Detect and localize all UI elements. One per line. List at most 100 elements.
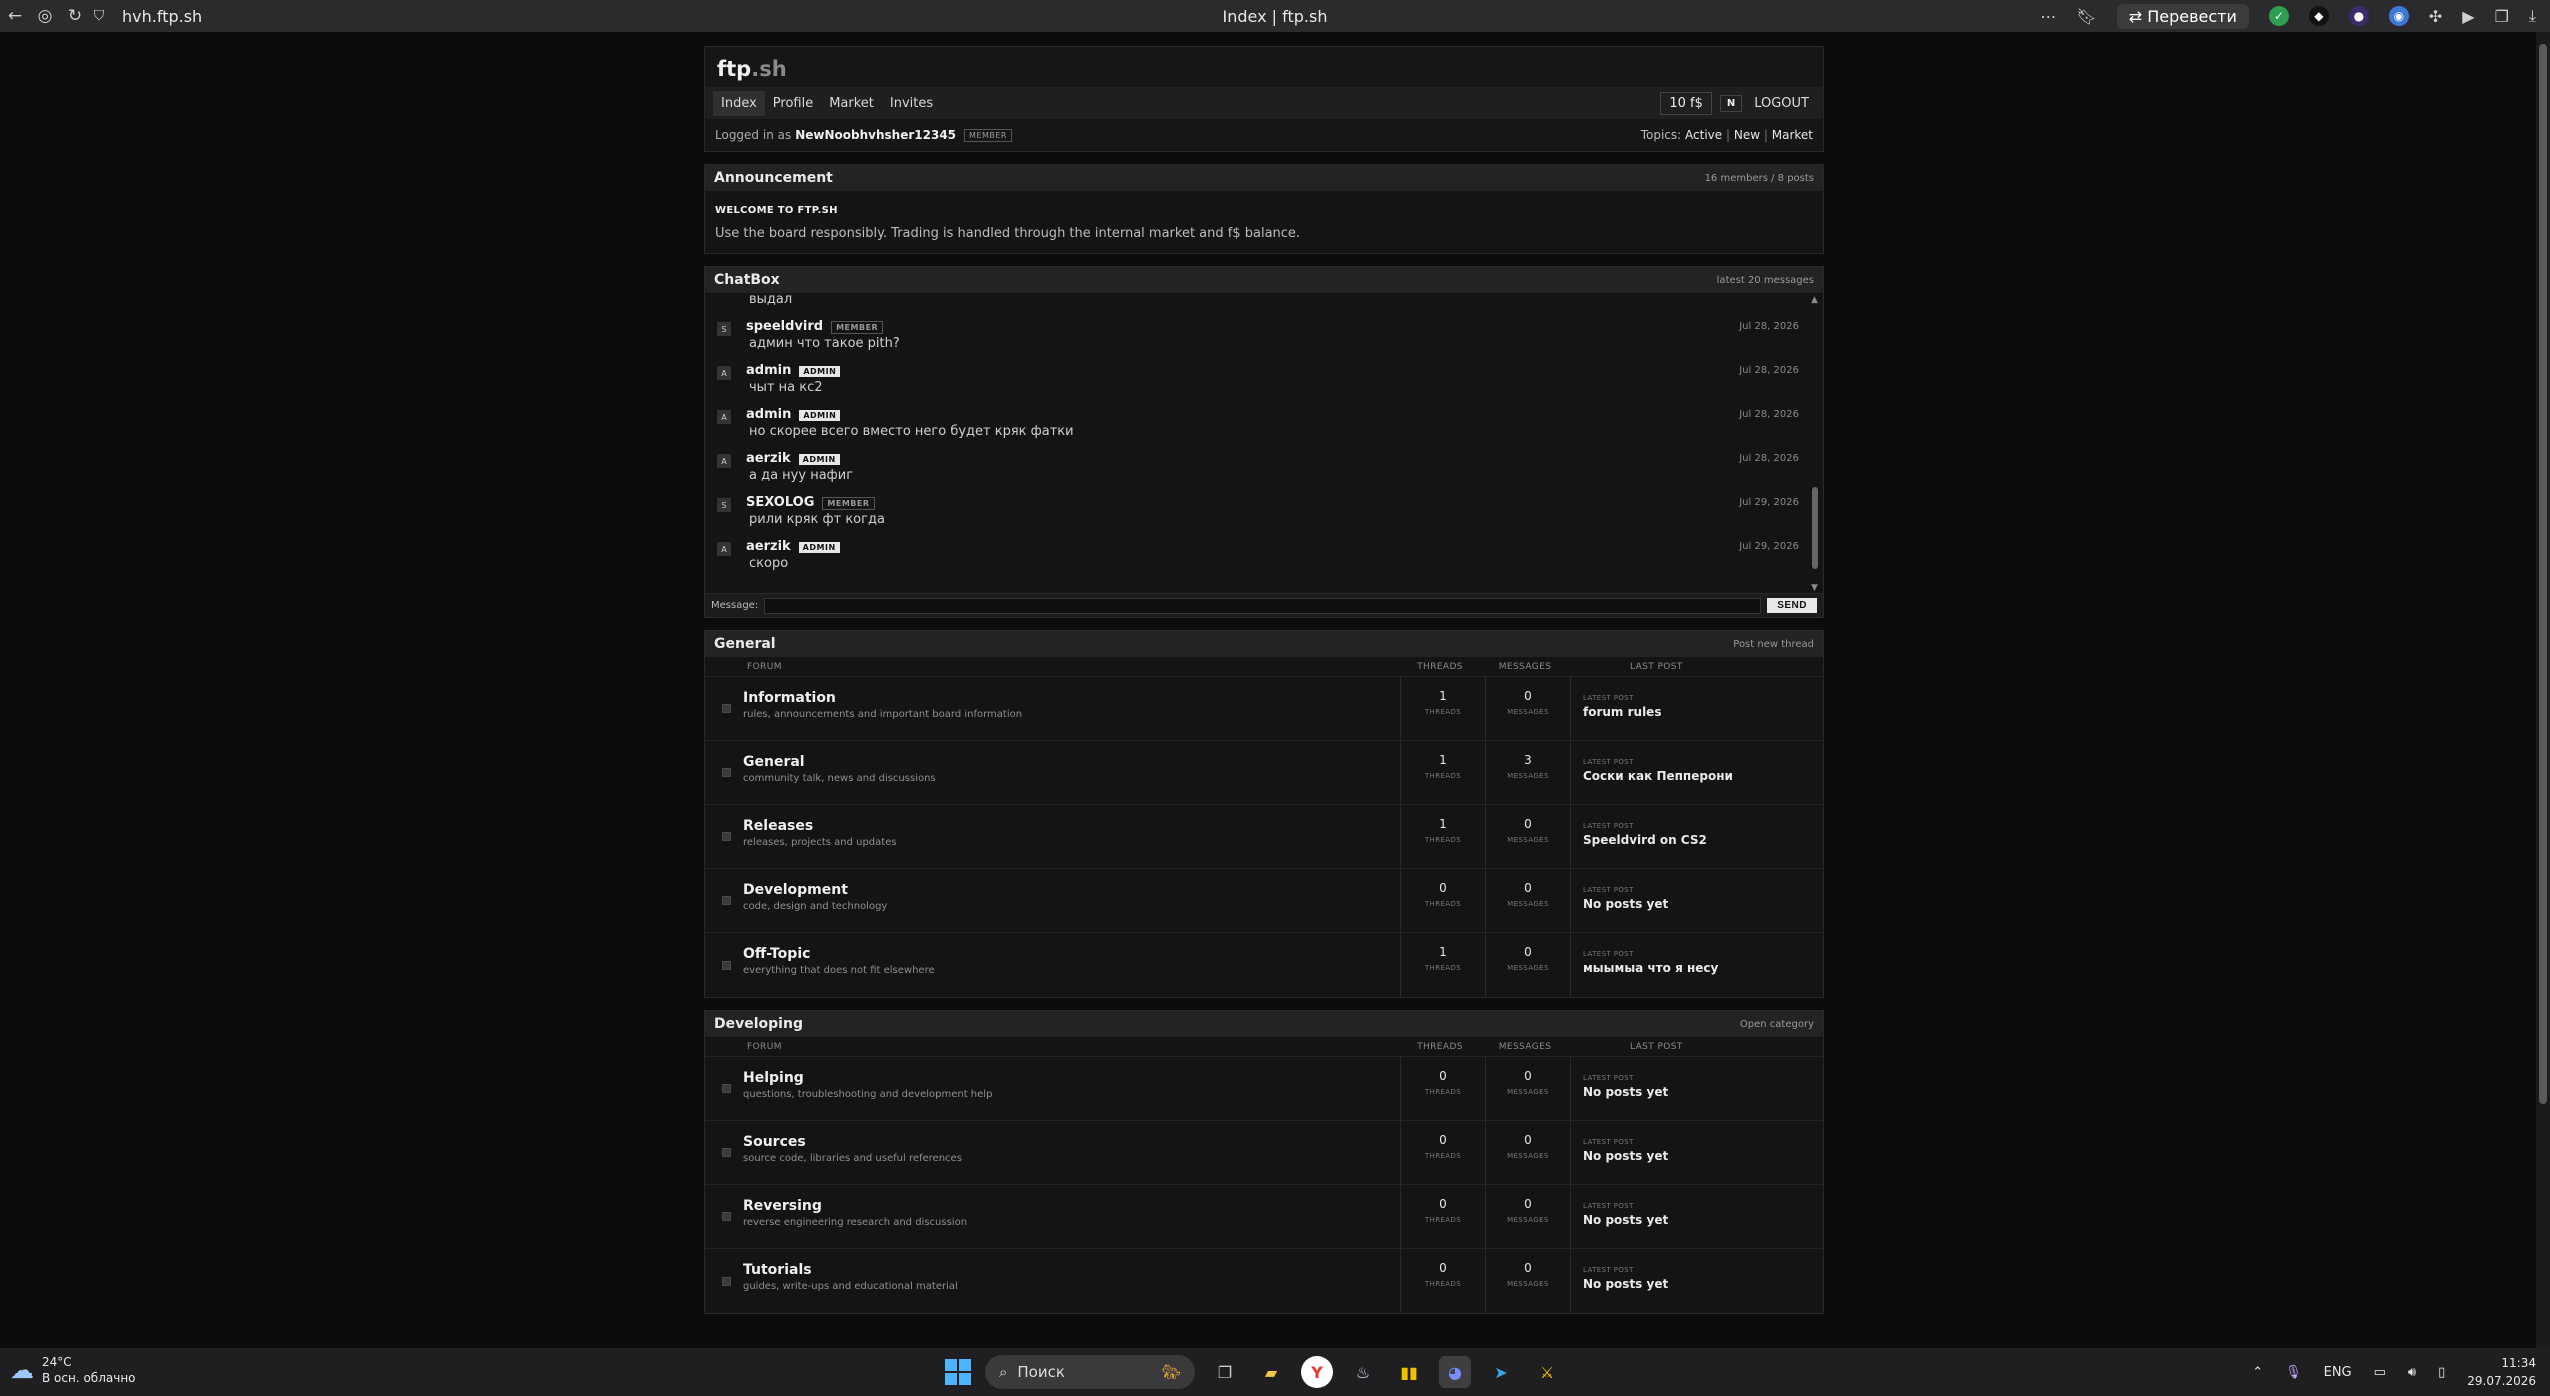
forum-name[interactable]: Information [743,690,1400,706]
logout-button[interactable]: LOGOUT [1754,96,1809,111]
forum-name[interactable]: Development [743,882,1400,898]
avatar[interactable]: S [717,498,731,512]
media-icon[interactable]: ▶ [2462,7,2474,26]
forum-name[interactable]: Reversing [743,1198,1400,1214]
site-logo[interactable]: ftp.sh [705,47,1823,87]
message-input[interactable] [764,597,1762,614]
forum-name[interactable]: Releases [743,818,1400,834]
latest-post-link[interactable]: forum rules [1583,705,1823,719]
nav-market[interactable]: Market [821,91,882,116]
latest-post-link[interactable]: No posts yet [1583,1085,1823,1099]
yandex-browser-icon[interactable]: Y [1301,1356,1333,1388]
nav-invites[interactable]: Invites [882,91,941,116]
back-icon[interactable]: ← [0,6,30,26]
weather-widget[interactable]: ☁ 24°C В осн. облачно [10,1354,136,1386]
forum-name[interactable]: Sources [743,1134,1400,1150]
microphone-icon[interactable]: 🎙︎ [2285,1365,2302,1380]
start-icon[interactable] [945,1359,971,1385]
forum-row[interactable]: General community talk, news and discussi… [705,741,1823,805]
forum-row[interactable]: Releases releases, projects and updates 1 T… [705,805,1823,869]
tray-chevron-icon[interactable]: ⌃ [2252,1365,2263,1380]
latest-post-link[interactable]: Speeldvird on CS2 [1583,833,1823,847]
forum-row[interactable]: Sources source code, libraries and useful… [705,1121,1823,1185]
clock[interactable]: 11:34 29.07.2026 [2467,1354,2536,1390]
shield-icon[interactable]: ⛉ [90,8,108,24]
latest-post-link[interactable]: мыымыа что я несу [1583,961,1823,975]
chat-author[interactable]: aerzik [746,451,791,466]
latest-post-link[interactable]: Соски как Пепперони [1583,769,1823,783]
avatar[interactable]: A [717,542,731,556]
volume-icon[interactable]: 🔊︎ [2408,1365,2416,1380]
nav-index[interactable]: Index [713,90,765,116]
latest-post-link[interactable]: No posts yet [1583,1277,1823,1291]
category-action[interactable]: Open category [1740,1019,1814,1030]
notifications-badge[interactable]: N [1719,94,1743,112]
category-action[interactable]: Post new thread [1733,639,1814,650]
topic-new[interactable]: New [1734,128,1760,142]
battery-icon[interactable]: ▯ [2438,1365,2445,1380]
language-indicator[interactable]: ENG [2324,1365,2352,1380]
forum-row[interactable]: Development code, design and technology 0 T… [705,869,1823,933]
forum-row[interactable]: Tutorials guides, write-ups and education… [705,1249,1823,1313]
forum-row[interactable]: Reversing reverse engineering research an… [705,1185,1823,1249]
forum-name[interactable]: Tutorials [743,1262,1400,1278]
download-icon[interactable]: ⤓ [2529,6,2536,26]
username[interactable]: NewNoobhvhsher12345 [795,128,956,142]
send-button[interactable]: SEND [1767,598,1817,613]
avatar[interactable]: A [717,454,731,468]
collections-icon[interactable]: ❐ [2495,7,2509,26]
explorer-icon[interactable]: ▰ [1255,1356,1287,1388]
network-icon[interactable]: ▭ [2374,1365,2386,1380]
scroll-up-icon[interactable]: ▲ [1811,295,1818,305]
shield-extension-icon[interactable]: ✓ [2268,6,2289,26]
discord-icon[interactable]: ◕ [1439,1356,1471,1388]
task-view-icon[interactable]: ❐ [1209,1356,1241,1388]
nav-profile[interactable]: Profile [765,91,821,116]
announcement-panel: Announcement 16 members / 8 posts WELCOM… [704,164,1824,254]
page-scroll-thumb[interactable] [2539,44,2547,1104]
category-title[interactable]: Developing [714,1016,1740,1032]
chat-author[interactable]: admin [746,407,791,422]
address-bar[interactable]: hvh.ftp.sh [122,7,202,26]
forum-name[interactable]: Off-Topic [743,946,1400,962]
avatar[interactable]: A [717,366,731,380]
more-icon[interactable]: ⋯ [2040,7,2056,26]
privacy-icon[interactable]: ◎ [30,6,60,26]
forum-row[interactable]: Information rules, announcements and impo… [705,677,1823,741]
chat-scrollbar[interactable]: ▲ ▼ [1811,295,1819,593]
forum-row[interactable]: Off-Topic everything that does not fit el… [705,933,1823,997]
mask-extension-icon[interactable]: ● [2348,6,2369,26]
chat-author[interactable]: admin [746,363,791,378]
chat-scroll-thumb[interactable] [1812,487,1818,569]
page-scrollbar[interactable] [2536,32,2550,1348]
latest-post-link[interactable]: No posts yet [1583,1149,1823,1163]
latest-post-link[interactable]: No posts yet [1583,1213,1823,1227]
forum-name[interactable]: General [743,754,1400,770]
chat-author[interactable]: SEXOLOG [746,495,814,510]
globe-extension-icon[interactable]: ◉ [2388,6,2409,26]
scroll-down-icon[interactable]: ▼ [1811,583,1818,593]
topic-active[interactable]: Active [1685,128,1722,142]
forum-row[interactable]: Helping questions, troubleshooting and de… [705,1057,1823,1121]
chat-author[interactable]: aerzik [746,539,791,554]
app-bars-icon[interactable]: ▮▮ [1393,1356,1425,1388]
cat-extension-icon[interactable]: ◆ [2308,6,2329,26]
avatar[interactable]: S [717,322,731,336]
chat-messages[interactable]: AadminADMINвыдалJul 28, 2026SspeeldvirdM… [705,293,1823,593]
reload-icon[interactable]: ↻ [60,6,90,26]
avatar[interactable]: A [717,410,731,424]
game-icon[interactable]: ⚔ [1531,1356,1563,1388]
chat-author[interactable]: speeldvird [746,319,823,334]
taskbar-search[interactable]: ⌕ Поиск 🐅︎ [985,1355,1195,1389]
steam-icon[interactable]: ♨ [1347,1356,1379,1388]
translate-button[interactable]: ⇄ Перевести [2116,3,2249,29]
balance-badge[interactable]: 10 f$ [1660,91,1712,115]
latest-post-link[interactable]: No posts yet [1583,897,1823,911]
puzzle-icon[interactable]: ✣ [2429,7,2442,26]
telegram-icon[interactable]: ➤ [1485,1356,1517,1388]
forum-name[interactable]: Helping [743,1070,1400,1086]
bookmark-icon[interactable]: 🔖︎ [2076,7,2096,26]
topic-market[interactable]: Market [1772,128,1813,142]
category-panel: General Post new thread FORUM THREADS MESSAG… [704,630,1824,998]
category-title[interactable]: General [714,636,1733,652]
